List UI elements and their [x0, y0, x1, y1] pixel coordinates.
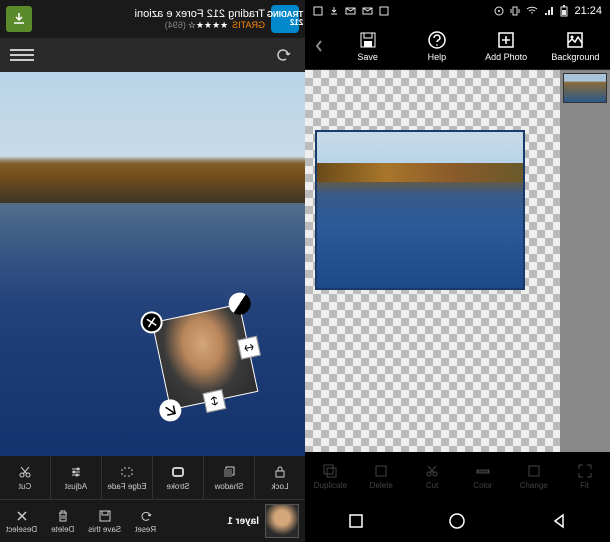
- notification-icon: [313, 6, 323, 16]
- bottom-toolbar: Lock Shadow Stroke Edge Fade Adjust Cut: [0, 456, 305, 542]
- layers-sidebar: [560, 70, 610, 452]
- undo-icon: [274, 46, 292, 64]
- ad-price: GRATIS: [232, 20, 265, 30]
- tool-3[interactable]: Cut: [407, 452, 458, 500]
- background-icon: [565, 30, 585, 50]
- background-button[interactable]: Background: [541, 30, 610, 62]
- android-status-bar: 21:24: [305, 0, 610, 22]
- undo-button[interactable]: [271, 43, 295, 67]
- editor-canvas[interactable]: [0, 72, 305, 456]
- status-left-icons: [313, 6, 389, 16]
- download-icon: [12, 12, 26, 26]
- signal-icon: [544, 6, 554, 16]
- placed-photo[interactable]: [315, 130, 525, 290]
- save-icon: [98, 509, 112, 523]
- mail-icon: [362, 6, 373, 16]
- tool-1[interactable]: Duplicate: [305, 452, 356, 500]
- lock-button[interactable]: Lock: [254, 456, 305, 499]
- width-icon: [243, 342, 255, 354]
- help-button[interactable]: Help: [402, 30, 471, 62]
- reset-icon: [139, 509, 153, 523]
- trash-icon: [56, 509, 70, 523]
- edge-fade-button[interactable]: Edge Fade: [101, 456, 152, 499]
- tool-6[interactable]: Fit: [559, 452, 610, 500]
- android-nav-bar: [305, 500, 610, 542]
- ad-title: Trading 212 Forex e azioni: [32, 8, 265, 20]
- nav-recent-button[interactable]: [336, 501, 376, 541]
- left-phone-screen: TRADING 212 Trading 212 Forex e azioni G…: [0, 0, 305, 542]
- back-button[interactable]: [305, 39, 333, 53]
- notification-icon: [379, 6, 389, 16]
- nav-home-button[interactable]: [437, 501, 477, 541]
- status-time: 21:24: [574, 5, 602, 17]
- save-this-button[interactable]: Save this: [88, 509, 121, 534]
- shadow-button[interactable]: Shadow: [203, 456, 254, 499]
- layer-thumbnail[interactable]: [265, 504, 299, 538]
- circle-icon: [448, 512, 466, 530]
- save-icon: [358, 30, 378, 50]
- adjust-icon: [69, 465, 83, 479]
- fade-icon: [120, 465, 134, 479]
- add-photo-icon: [496, 30, 516, 50]
- battery-icon: [560, 5, 568, 17]
- layer-thumbnail[interactable]: [563, 73, 607, 103]
- canvas-area: [305, 70, 610, 452]
- close-icon: [15, 509, 29, 523]
- app-toolbar: [0, 38, 305, 72]
- flip-icon: [163, 404, 177, 418]
- cut-button[interactable]: Cut: [0, 456, 50, 499]
- menu-icon: [10, 49, 34, 51]
- tool-5[interactable]: Change: [508, 452, 559, 500]
- chevron-left-icon: [314, 39, 324, 53]
- transparent-canvas[interactable]: [305, 70, 560, 452]
- tool-4[interactable]: Color: [457, 452, 508, 500]
- rotate-icon: [145, 315, 159, 329]
- delete-button[interactable]: Delete: [51, 509, 74, 534]
- tool-2[interactable]: Delete: [356, 452, 407, 500]
- right-phone-screen: 21:24 Save Help Add Photo Background: [305, 0, 610, 542]
- color-icon: [475, 463, 491, 479]
- adjust-button[interactable]: Adjust: [50, 456, 101, 499]
- triangle-icon: [551, 513, 567, 529]
- app-top-toolbar: Save Help Add Photo Background: [305, 22, 610, 70]
- deselect-button[interactable]: Deselect: [6, 509, 37, 534]
- mail-icon: [345, 6, 356, 16]
- download-button[interactable]: [6, 6, 32, 32]
- status-right-icons: 21:24: [494, 5, 602, 17]
- stroke-icon: [171, 465, 185, 479]
- height-icon: [209, 395, 221, 407]
- ad-banner[interactable]: TRADING 212 Trading 212 Forex e azioni G…: [0, 0, 305, 38]
- ad-rating-stars: ★★★★☆: [188, 20, 228, 31]
- download-status-icon: [329, 6, 339, 16]
- stroke-button[interactable]: Stroke: [152, 456, 203, 499]
- ad-rating-count: (694): [165, 20, 186, 30]
- nav-back-button[interactable]: [539, 501, 579, 541]
- help-icon: [427, 30, 447, 50]
- lock-icon: [273, 465, 287, 479]
- reset-button[interactable]: Reset: [135, 509, 156, 534]
- duplicate-icon: [322, 463, 338, 479]
- ad-app-icon: TRADING 212: [271, 5, 299, 33]
- layer-label: layer 1: [227, 516, 259, 527]
- save-button[interactable]: Save: [333, 30, 402, 62]
- change-icon: [526, 463, 542, 479]
- bottom-tools: Duplicate Delete Cut Color Change Fit: [305, 452, 610, 500]
- shadow-icon: [222, 465, 236, 479]
- add-photo-button[interactable]: Add Photo: [472, 30, 541, 62]
- overlay-photo[interactable]: [152, 304, 259, 411]
- square-icon: [348, 513, 364, 529]
- wifi-icon: [526, 6, 538, 16]
- gps-icon: [494, 6, 504, 16]
- vibrate-icon: [510, 6, 520, 16]
- menu-button[interactable]: [10, 43, 34, 67]
- cut-icon: [424, 463, 440, 479]
- delete-icon: [373, 463, 389, 479]
- cut-icon: [18, 465, 32, 479]
- fit-icon: [577, 463, 593, 479]
